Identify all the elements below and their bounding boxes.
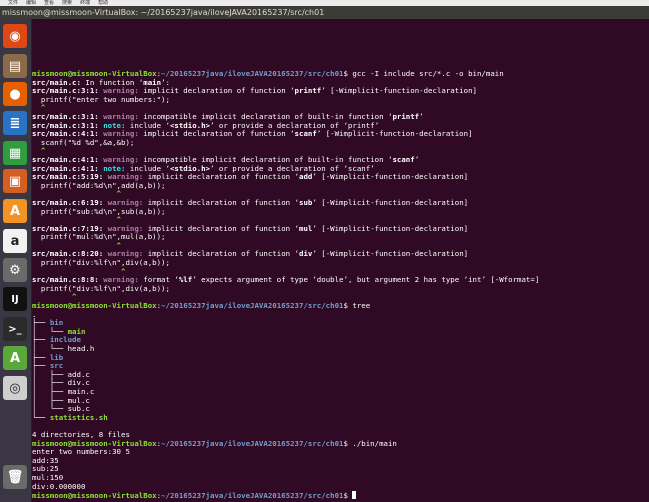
diag-quoted: mul [299, 223, 313, 233]
diag-location: src/main.c:5:19: [32, 172, 108, 182]
updater-icon[interactable]: A [3, 346, 27, 370]
files-icon[interactable]: ▤ [3, 54, 27, 78]
settings-icon[interactable]: ⚙ [3, 258, 27, 282]
terminal-line: printf("add:%d\n",add(a,b)); [32, 180, 166, 190]
diag-quoted: scanf [294, 129, 317, 139]
diag-quoted: add [299, 172, 313, 182]
diag-text: ’ [-Wimplicit-function-declaration] [312, 197, 469, 207]
terminal-line: . [32, 309, 37, 319]
diag-quoted: %lf [178, 275, 193, 285]
diag-warning: warning: [103, 129, 139, 139]
diag-text: ’ [414, 154, 420, 164]
terminal-icon[interactable]: >_ [3, 317, 27, 341]
terminal-line: enter two numbers:30 5 [32, 447, 130, 457]
prompt-user: missmoon@missmoon-VirtualBox [32, 491, 157, 500]
window-titlebar[interactable]: missmoon@missmoon-VirtualBox: ~/20165237… [0, 6, 649, 19]
diag-location: src/main.c:8:8: [32, 275, 104, 285]
terminal-line: │ ├── mul.c [32, 396, 649, 406]
diag-text: ’ expects argument of type ‘double’, but… [192, 275, 540, 285]
calc-icon[interactable]: ▦ [3, 141, 27, 165]
command-text: tree [347, 301, 371, 311]
intellij-icon[interactable]: IJ [3, 287, 27, 311]
diag-text: implicit declaration of function ‘ [143, 172, 299, 182]
terminal-line: printf("enter two numbers:"); [32, 94, 170, 104]
prompt-path: ~/20165237java/iloveJAVA20165237/src/ch0… [161, 70, 344, 78]
diag-warning: warning: [103, 275, 139, 285]
diag-location: src/main.c:3:1: [32, 86, 104, 96]
terminal-line: add:35 [32, 455, 59, 465]
diag-text: implicit declaration of function ‘ [143, 223, 299, 233]
diag-text: implicit declaration of function ‘ [138, 86, 295, 96]
terminal-line: div:0.000000 [32, 481, 86, 491]
diag-quoted: scanf [392, 154, 415, 164]
diag-quoted: div [299, 249, 313, 259]
terminal-line: │ ├── div.c [32, 379, 649, 388]
prompt-line: missmoon@missmoon-VirtualBox:~/20165237j… [32, 301, 371, 311]
diag-text: ’ [-Wimplicit-function-declaration] [316, 129, 473, 139]
amazon-icon[interactable]: a [3, 229, 27, 253]
command-text: ./bin/main [347, 438, 397, 448]
terminal-line: │ ├── add.c [32, 370, 649, 380]
terminal-cursor [352, 491, 357, 500]
prompt-path: ~/20165237java/iloveJAVA20165237/src/ch0… [161, 491, 344, 500]
diag-text: ’ [-Wimplicit-function-declaration] [312, 172, 469, 182]
unity-launcher: ◉ ▤ ● ≣ ▦ ▣ Aa ⚙ IJ >_ A ◎ 🗑 [0, 19, 32, 502]
diag-quoted: sub [299, 197, 313, 207]
writer-icon[interactable]: ≣ [3, 111, 27, 135]
tree-branch: └── [32, 412, 50, 422]
terminal-line: printf("div:%lf\n",div(a,b)); [32, 283, 170, 293]
terminal-line: │ ├── main.c [32, 387, 649, 397]
command-text: gcc -I include src/*.c -o bin/main [347, 70, 504, 78]
window-title: missmoon@missmoon-VirtualBox: ~/20165237… [2, 8, 325, 17]
diag-text: implicit declaration of function ‘ [143, 197, 299, 207]
diag-location: src/main.c:4:1: [32, 129, 104, 139]
terminal-line: │ └── main [32, 327, 649, 337]
diag-location: src/main.c:6:19: [32, 197, 108, 207]
diag-warning: warning: [103, 86, 139, 96]
diag-text: ’ [-Wimplicit-function-declaration] [312, 249, 469, 259]
diag-quoted: printf [392, 111, 420, 121]
terminal-line: │ └── head.h [32, 344, 649, 354]
terminal-output[interactable]: missmoon@missmoon-VirtualBox:~/20165237j… [32, 70, 649, 500]
terminal-line: scanf("%d %d",&a,&b); [32, 137, 135, 147]
terminal-line: ├── src [32, 361, 649, 371]
terminal-line: sub:25 [32, 464, 59, 474]
prompt-path: ~/20165237java/iloveJAVA20165237/src/ch0… [161, 301, 344, 311]
impress-icon[interactable]: ▣ [3, 169, 27, 193]
diag-text: ’ [419, 111, 424, 121]
diag-text: ’ [-Wimplicit-function-declaration] [312, 223, 469, 233]
terminal-line: ├── bin [32, 318, 649, 328]
diag-text: ’ [-Wimplicit-function-declaration] [321, 86, 477, 96]
firefox-icon[interactable]: ● [3, 82, 27, 106]
trash-icon[interactable]: 🗑 [3, 465, 27, 489]
diag-warning: warning: [107, 172, 144, 182]
terminal-line: ├── include [32, 336, 649, 345]
diag-quoted: printf [294, 86, 322, 96]
dvd-icon[interactable]: ◎ [3, 376, 27, 400]
tree-file: statistics.sh [49, 412, 108, 422]
software-center-icon[interactable]: A [3, 199, 27, 223]
diag-text: format ‘ [138, 275, 179, 285]
diag-warning: warning: [107, 197, 144, 207]
terminal-line: ├── lib [32, 353, 649, 363]
diag-text: implicit declaration of function ‘ [138, 129, 295, 139]
tree-file: head.h [67, 344, 95, 353]
terminal-line: └── statistics.sh [32, 412, 649, 423]
terminal-line: printf("sub:%d\n",sub(a,b)); [32, 206, 166, 216]
prompt-path: ~/20165237java/iloveJAVA20165237/src/ch0… [161, 438, 344, 448]
terminal-line: printf("mul:%d\n",mul(a,b)); [32, 232, 166, 242]
terminal-line: │ └── sub.c [32, 404, 649, 414]
prompt-user: missmoon@missmoon-VirtualBox [32, 301, 157, 311]
ubuntu-dash-icon[interactable]: ◉ [3, 24, 27, 48]
prompt-line: missmoon@missmoon-VirtualBox:~/20165237j… [32, 491, 649, 500]
terminal-line: mul:150 [32, 472, 64, 482]
